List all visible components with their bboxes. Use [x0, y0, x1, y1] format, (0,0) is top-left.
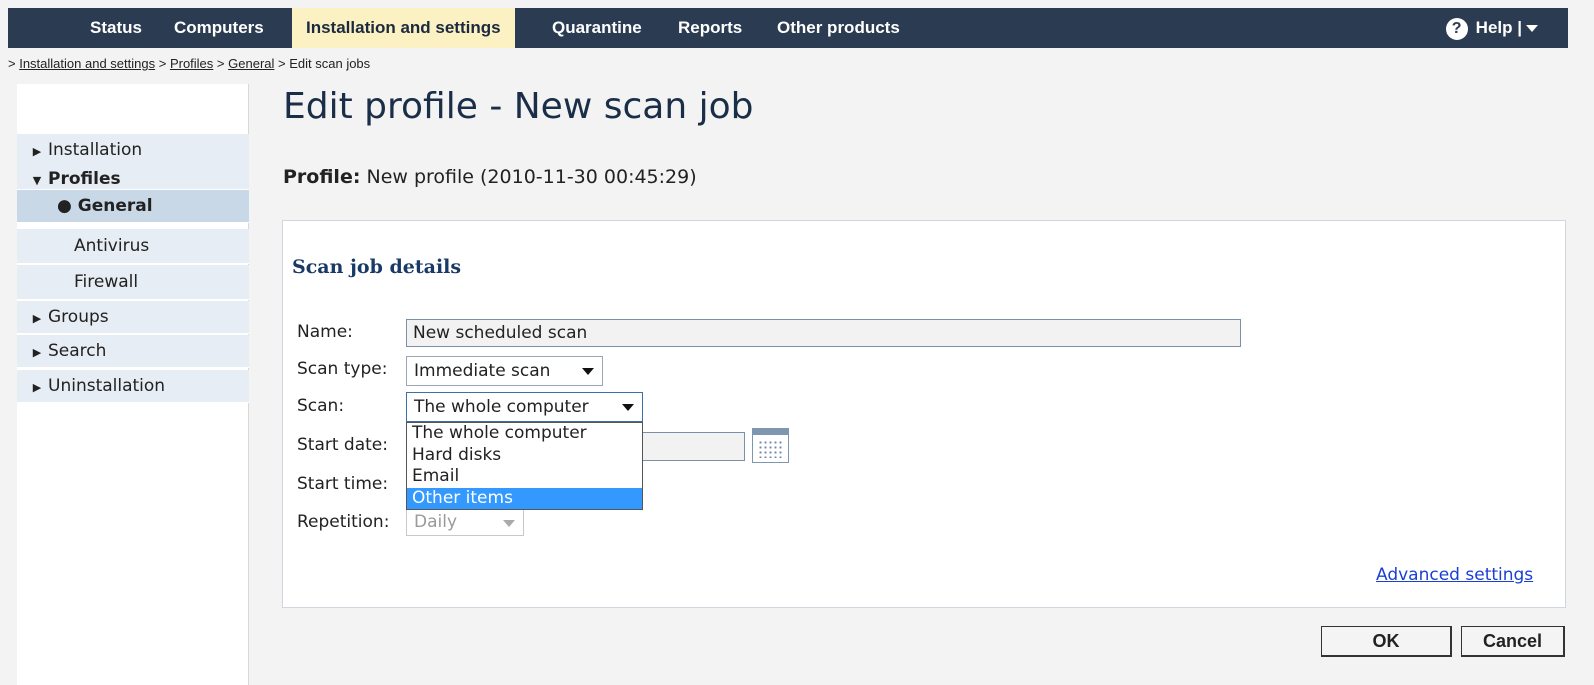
- dropdown-option-email[interactable]: Email: [407, 466, 642, 488]
- breadcrumb-prefix: >: [8, 56, 16, 71]
- sidebar-item-label: Uninstallation: [48, 376, 166, 396]
- sidebar-item-label: Firewall: [74, 272, 139, 292]
- breadcrumb-link-installation-and-settings[interactable]: Installation and settings: [19, 56, 155, 71]
- breadcrumb: > Installation and settings > Profiles >…: [8, 56, 370, 71]
- scan-type-label: Scan type:: [297, 359, 388, 379]
- breadcrumb-current: Edit scan jobs: [289, 56, 371, 71]
- dropdown-option-hard-disks[interactable]: Hard disks: [407, 445, 642, 467]
- tab-computers[interactable]: Computers: [174, 8, 264, 48]
- profile-label: Profile:: [283, 166, 361, 188]
- breadcrumb-link-general[interactable]: General: [228, 56, 274, 71]
- sidebar-item-label: Installation: [48, 140, 143, 160]
- page-title: Edit profile - New scan job: [283, 86, 754, 127]
- scan-type-select[interactable]: Immediate scan: [406, 356, 603, 386]
- tab-status[interactable]: Status: [90, 8, 142, 48]
- cancel-button[interactable]: Cancel: [1461, 626, 1565, 657]
- scan-type-value: Immediate scan: [414, 361, 551, 381]
- section-title: Scan job details: [292, 256, 462, 278]
- repetition-select[interactable]: Daily: [406, 509, 524, 536]
- tab-installation-and-settings[interactable]: Installation and settings: [292, 8, 515, 48]
- sidebar-item-label: Profiles: [48, 169, 121, 189]
- tab-reports[interactable]: Reports: [678, 8, 742, 48]
- triangle-right-icon: ▶: [32, 381, 42, 394]
- chevron-down-icon: [1526, 25, 1538, 33]
- advanced-settings-link[interactable]: Advanced settings: [1376, 565, 1533, 585]
- sidebar-item-firewall[interactable]: Firewall: [17, 265, 249, 300]
- scan-select[interactable]: The whole computer: [406, 392, 643, 422]
- sidebar: ▶ Installation ▼ Profiles ● General Antivi…: [17, 84, 249, 685]
- breadcrumb-link-profiles[interactable]: Profiles: [170, 56, 213, 71]
- sidebar-item-groups[interactable]: ▶ Groups: [17, 301, 249, 334]
- chevron-down-icon: [503, 520, 515, 527]
- sidebar-item-installation[interactable]: ▶ Installation: [17, 134, 249, 167]
- bullet-icon: ●: [57, 196, 72, 216]
- dropdown-option-other-items[interactable]: Other items: [407, 487, 642, 509]
- help-icon: ?: [1445, 17, 1468, 40]
- profile-value: New profile (2010-11-30 00:45:29): [366, 166, 697, 188]
- sidebar-item-profiles[interactable]: ▼ Profiles: [17, 166, 249, 190]
- calendar-icon[interactable]: [752, 428, 789, 463]
- scan-dropdown-list: The whole computer Hard disks Email Othe…: [406, 422, 643, 510]
- profile-info: Profile: New profile (2010-11-30 00:45:2…: [283, 166, 697, 188]
- start-time-label: Start time:: [297, 474, 389, 494]
- repetition-label: Repetition:: [297, 512, 390, 532]
- breadcrumb-separator: >: [278, 56, 286, 71]
- breadcrumb-separator: >: [216, 56, 225, 71]
- sidebar-item-antivirus[interactable]: Antivirus: [17, 229, 249, 264]
- triangle-right-icon: ▶: [32, 145, 42, 158]
- start-date-label: Start date:: [297, 435, 388, 455]
- name-field[interactable]: New scheduled scan: [406, 319, 1241, 347]
- scan-value: The whole computer: [414, 397, 589, 417]
- triangle-right-icon: ▶: [32, 312, 42, 325]
- breadcrumb-separator: >: [158, 56, 167, 71]
- triangle-right-icon: ▶: [32, 346, 42, 359]
- scan-label: Scan:: [297, 396, 345, 416]
- sidebar-item-search[interactable]: ▶ Search: [17, 335, 249, 368]
- sidebar-item-label: Antivirus: [74, 236, 150, 256]
- help-menu[interactable]: ? Help |: [1445, 8, 1538, 48]
- sidebar-item-label: Search: [48, 341, 107, 361]
- sidebar-item-label: Groups: [48, 307, 109, 327]
- help-label: Help |: [1475, 18, 1522, 37]
- name-label: Name:: [297, 322, 353, 342]
- tab-quarantine[interactable]: Quarantine: [552, 8, 642, 48]
- sidebar-item-general[interactable]: ● General: [17, 190, 249, 223]
- dropdown-option-the-whole-computer[interactable]: The whole computer: [407, 423, 642, 445]
- chevron-down-icon: [622, 404, 634, 411]
- ok-button[interactable]: OK: [1321, 626, 1452, 657]
- top-navigation-bar: Status Computers Installation and settin…: [8, 8, 1568, 48]
- tab-other-products[interactable]: Other products: [777, 8, 900, 48]
- sidebar-item-label: General: [77, 196, 153, 216]
- sidebar-item-uninstallation[interactable]: ▶ Uninstallation: [17, 370, 249, 403]
- repetition-value: Daily: [414, 512, 458, 532]
- chevron-down-icon: [582, 368, 594, 375]
